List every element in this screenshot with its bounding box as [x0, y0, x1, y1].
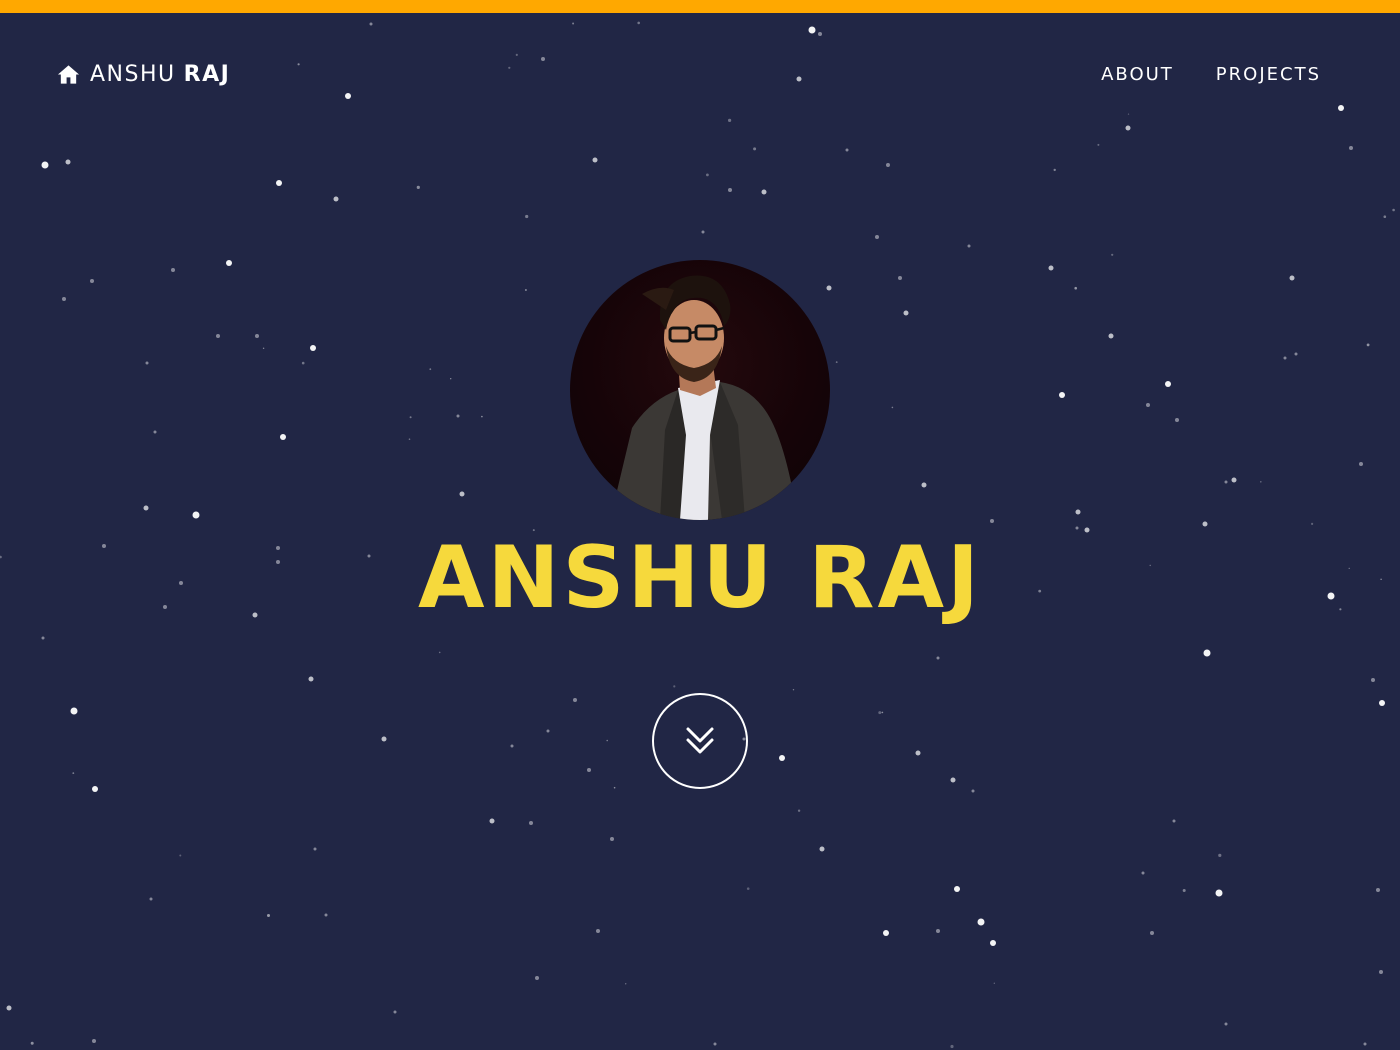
avatar: [570, 260, 830, 520]
nav-link-about[interactable]: ABOUT: [1101, 64, 1174, 85]
navbar: ANSHU RAJ ABOUT PROJECTS: [0, 56, 1400, 96]
nav-links: ABOUT PROJECTS: [1101, 64, 1321, 85]
home-icon: [57, 65, 80, 84]
double-chevron-down-icon: [686, 727, 714, 754]
profile-photo: [610, 275, 798, 520]
nav-link-projects[interactable]: PROJECTS: [1216, 64, 1321, 85]
top-accent-strip: [0, 0, 1400, 13]
brand-first-name: ANSHU: [90, 62, 176, 87]
brand-last-name: RAJ: [183, 62, 231, 87]
hero-name: ANSHU RAJ: [418, 528, 982, 628]
scroll-down-button[interactable]: [652, 693, 748, 789]
brand-home-link[interactable]: ANSHU RAJ: [57, 62, 230, 87]
